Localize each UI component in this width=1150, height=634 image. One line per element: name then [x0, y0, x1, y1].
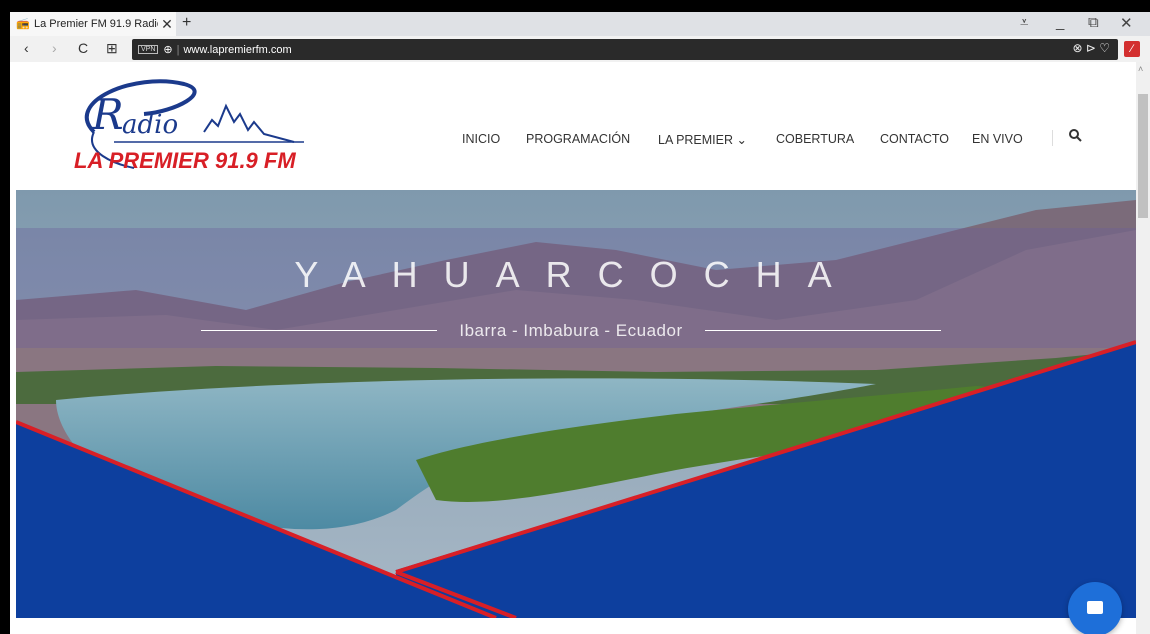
minimize-button[interactable]: _ [1056, 14, 1064, 31]
logo-main-text: LA PREMIER 91.9 FM [74, 148, 296, 173]
nav-item-en-vivo[interactable]: EN VIVO [972, 132, 1023, 146]
hero-subtitle-line-left [201, 330, 437, 331]
browser-tab[interactable]: 📻 La Premier FM 91.9 Radio ✕ [10, 12, 176, 36]
site-logo[interactable]: R adio LA PREMIER 91.9 FM [54, 72, 314, 182]
nav-divider [1052, 130, 1053, 146]
nav-item-la-premier[interactable]: LA PREMIER ⌄ [658, 132, 747, 147]
hero-banner: YAHUARCOCHA Ibarra - Imbabura - Ecuador [16, 190, 1136, 618]
close-window-button[interactable]: ✕ [1120, 14, 1133, 32]
nav-item-cobertura[interactable]: COBERTURA [776, 132, 854, 146]
url-field[interactable]: VPN ⊕ | www.lapremierfm.com ⊗ ⊳ ♡ [132, 39, 1118, 60]
chat-icon [1087, 601, 1103, 614]
scrollbar-thumb[interactable] [1138, 94, 1148, 218]
tab-bar: 📻 La Premier FM 91.9 Radio ✕ + ⩡ _ ⧉ ✕ [10, 12, 1150, 36]
hero-subtitle-line-right [705, 330, 941, 331]
speed-dial-icon[interactable]: ⊞ [106, 40, 118, 57]
reload-button[interactable]: C [78, 40, 88, 56]
nav-item-inicio[interactable]: INICIO [462, 132, 500, 146]
chat-button[interactable] [1068, 582, 1122, 634]
url-divider: | [176, 43, 180, 56]
extension-icon[interactable]: ∕ [1124, 41, 1140, 57]
site-header: R adio LA PREMIER 91.9 FM INICIO PROGRAM… [10, 62, 1136, 186]
browser-window: 📻 La Premier FM 91.9 Radio ✕ + ⩡ _ ⧉ ✕ ‹… [10, 12, 1150, 634]
globe-icon: ⊕ [163, 44, 173, 56]
address-bar: ‹ › C ⊞ VPN ⊕ | www.lapremierfm.com ⊗ ⊳ … [10, 36, 1150, 62]
search-icon[interactable] [1068, 128, 1082, 142]
tab-menu-icon[interactable]: ⩡ [1020, 14, 1028, 31]
nav-item-contacto[interactable]: CONTACTO [880, 132, 949, 146]
restore-button[interactable]: ⧉ [1088, 14, 1099, 31]
hero-subtitle-row: Ibarra - Imbabura - Ecuador [201, 320, 941, 340]
hero-subtitle: Ibarra - Imbabura - Ecuador [459, 321, 683, 340]
scroll-up-icon[interactable]: ˄ [1138, 64, 1143, 74]
url-text[interactable]: www.lapremierfm.com [183, 44, 291, 56]
logo-radio-initial: R [92, 90, 124, 139]
hero-title: YAHUARCOCHA [294, 254, 858, 295]
url-actions-icons[interactable]: ⊗ ⊳ ♡ [1072, 41, 1110, 55]
radio-favicon-icon: 📻 [16, 18, 30, 30]
logo-radio-text: adio [122, 110, 179, 140]
new-tab-button[interactable]: + [182, 14, 191, 32]
back-button[interactable]: ‹ [24, 40, 29, 56]
nav-item-programacion[interactable]: PROGRAMACIÓN [526, 132, 630, 146]
forward-button[interactable]: › [52, 40, 57, 56]
vpn-badge[interactable]: VPN [138, 45, 159, 54]
tab-title: La Premier FM 91.9 Radio [34, 18, 158, 30]
tab-close-icon[interactable]: ✕ [158, 16, 176, 33]
